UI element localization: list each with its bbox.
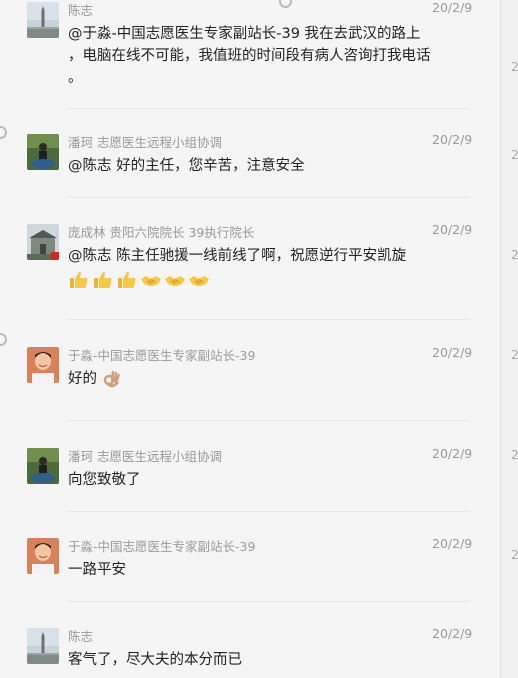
message-time: 20/2/9 [432,132,473,147]
ring-decoration [0,333,7,346]
sender-name: 于淼-中国志愿医生专家副站长-39 [68,539,256,554]
message-text[interactable]: 向您致敬了 [68,469,413,491]
message-divider [68,197,470,198]
message-time: 20/2/9 [432,222,473,237]
message-text[interactable]: @陈志 陈主任驰援一线前线了啊，祝愿逆行平安凯旋 [68,245,413,291]
sender-name: 庞成林 贵阳六院院长 39执行院长 [68,225,255,240]
edge-time-fragment: 2 [511,60,518,74]
handshake-icon [164,269,186,291]
message-line: 一路平安 [68,562,126,578]
handshake-icon [188,269,210,291]
park-avatar[interactable] [27,448,59,484]
thumbs-up-icon [68,269,90,291]
sender-name: 陈志 [68,3,94,18]
edge-time-fragment: 2 [511,348,518,362]
message-text[interactable]: @陈志 好的主任，您辛苦，注意安全 [68,155,413,177]
edge-time-fragment: 2 [511,148,518,162]
emoji-row [68,269,413,291]
sender-name: 陈志 [68,629,94,644]
sender-name: 潘珂 志愿医生远程小组协调 [68,135,222,150]
thumbs-up-icon [116,269,138,291]
message-line: @陈志 陈主任驰援一线前线了啊，祝愿逆行平安凯旋 [68,248,407,264]
message-divider [68,601,470,602]
ring-decoration [0,126,7,139]
message-divider [68,108,470,109]
monument-avatar[interactable] [27,2,59,38]
sender-name: 于淼-中国志愿医生专家副站长-39 [68,348,256,363]
adjacent-panel-edge [500,0,518,678]
ring-decoration [279,0,292,8]
message-divider [68,511,470,512]
message-line: @于淼-中国志愿医生专家副站长-39 我在去武汉的路上 [68,26,421,42]
portrait-avatar[interactable] [27,347,59,383]
portrait-avatar[interactable] [27,538,59,574]
message-line: 向您致敬了 [68,472,141,488]
message-line: 。 [68,70,83,86]
message-line: @陈志 好的主任，您辛苦，注意安全 [68,158,305,174]
message-divider [68,319,470,320]
message-divider [68,420,470,421]
edge-time-fragment: 2 [511,448,518,462]
message-time: 20/2/9 [432,626,473,641]
message-time: 20/2/9 [432,0,473,15]
message-line: 好的 [68,371,97,387]
thumbs-up-icon [92,269,114,291]
flag-badge-icon [51,252,59,260]
message-time: 20/2/9 [432,345,473,360]
park-avatar[interactable] [27,134,59,170]
message-text[interactable]: 好的 [68,368,413,390]
handshake-icon [140,269,162,291]
sender-name: 潘珂 志愿医生远程小组协调 [68,449,222,464]
message-text[interactable]: 一路平安 [68,559,413,581]
monument-avatar[interactable] [27,628,59,664]
panel-separator [500,0,501,678]
message-line: ，电脑在线不可能，我值班的时间段有病人咨询打我电话 [68,48,431,64]
message-time: 20/2/9 [432,536,473,551]
message-text[interactable]: 客气了，尽大夫的本分而已 [68,649,413,671]
message-text[interactable]: @于淼-中国志愿医生专家副站长-39 我在去武汉的路上 ，电脑在线不可能，我值班… [68,23,431,89]
chat-history-panel: 陈志 20/2/9 @于淼-中国志愿医生专家副站长-39 我在去武汉的路上 ，电… [0,0,518,678]
edge-time-fragment: 2 [511,248,518,262]
temple-avatar[interactable] [27,224,59,260]
message-time: 20/2/9 [432,446,473,461]
ok-hand-icon [102,369,122,389]
edge-time-fragment: 2 [511,548,518,562]
message-line: 客气了，尽大夫的本分而已 [68,652,242,668]
